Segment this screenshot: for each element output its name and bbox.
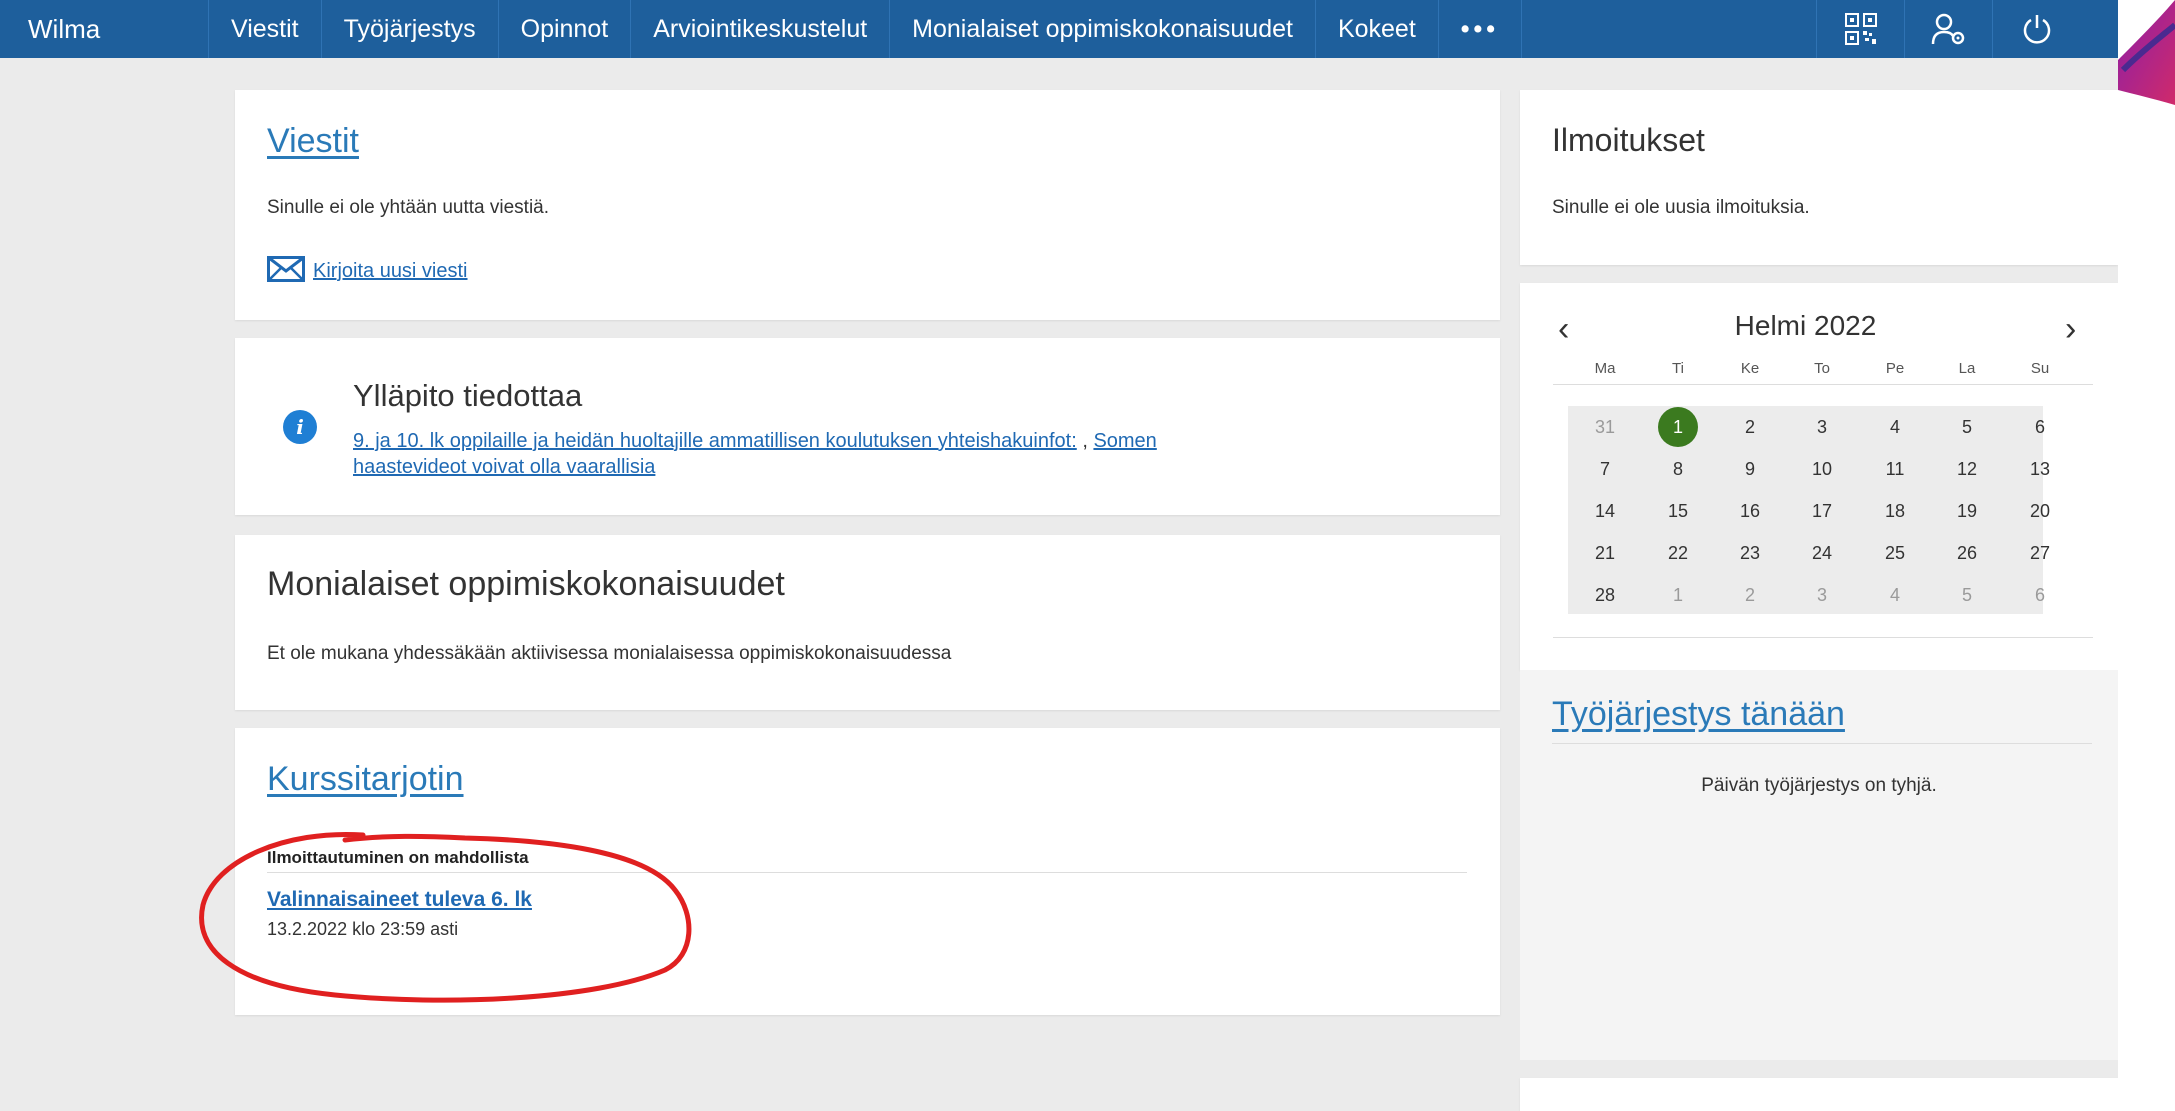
calendar-day[interactable]: 4 (1865, 406, 1925, 448)
calendar-day[interactable]: 3 (1792, 574, 1852, 616)
qr-code-icon[interactable] (1816, 0, 1904, 58)
main-nav: Viestit Työjärjestys Opinnot Arviointike… (208, 0, 1523, 58)
weekday-label: To (1814, 360, 1830, 377)
yllapito-title: Ylläpito tiedottaa (353, 378, 583, 413)
viestit-title-link[interactable]: Viestit (267, 122, 359, 161)
nav-more-button[interactable]: ••• (1437, 0, 1523, 58)
calendar-day[interactable]: 2 (1720, 574, 1780, 616)
calendar-grid: 31 1 2 3 4 5 6 7 8 9 10 11 12 13 14 15 1… (1568, 406, 2050, 616)
calendar-day[interactable]: 23 (1720, 532, 1780, 574)
weekday-label: Ma (1594, 360, 1616, 377)
calendar-day[interactable]: 21 (1575, 532, 1635, 574)
ilmoitukset-title: Ilmoitukset (1552, 122, 1705, 158)
calendar-day[interactable]: 6 (2010, 574, 2070, 616)
ilmoitukset-message: Sinulle ei ole uusia ilmoituksia. (1552, 197, 1810, 218)
calendar-day[interactable]: 19 (1937, 490, 1997, 532)
nav-item-opinnot[interactable]: Opinnot (497, 0, 631, 58)
calendar-day[interactable]: 31 (1575, 406, 1635, 448)
weekday-label: Pe (1885, 360, 1905, 377)
envelope-icon (267, 256, 305, 287)
calendar-day[interactable]: 15 (1648, 490, 1708, 532)
calendar-next-button[interactable]: › (2065, 310, 2076, 349)
new-message-link[interactable]: Kirjoita uusi viesti (313, 260, 468, 283)
calendar-day[interactable]: 27 (2010, 532, 2070, 574)
calendar-day-today[interactable]: 1 (1648, 406, 1708, 448)
calendar-day[interactable]: 8 (1648, 448, 1708, 490)
ilmoitukset-card: Ilmoitukset Sinulle ei ole uusia ilmoitu… (1520, 90, 2118, 265)
calendar-day[interactable]: 11 (1865, 448, 1925, 490)
viestit-card: Viestit Sinulle ei ole yhtään uutta vies… (235, 90, 1500, 320)
valinnaisaineet-deadline: 13.2.2022 klo 23:59 asti (267, 919, 459, 939)
weekday-label: Ke (1740, 360, 1760, 377)
calendar-day[interactable]: 3 (1792, 406, 1852, 448)
tyojarjestys-panel: Työjärjestys tänään Päivän työjärjestys … (1520, 670, 2118, 1060)
somen-link-part2[interactable]: haastevideot voivat olla vaarallisia (353, 456, 655, 478)
decorative-corner-shape (2118, 0, 2175, 105)
today-marker: 1 (1658, 407, 1698, 447)
power-icon[interactable] (1992, 0, 2080, 58)
viestit-message: Sinulle ei ole yhtään uutta viestiä. (267, 197, 550, 218)
calendar-day[interactable]: 7 (1575, 448, 1635, 490)
new-message-row[interactable]: Kirjoita uusi viesti (267, 256, 468, 287)
calendar-day[interactable]: 6 (2010, 406, 2070, 448)
valinnaisaineet-link[interactable]: Valinnaisaineet tuleva 6. lk (267, 888, 532, 912)
calendar-day[interactable]: 5 (1937, 574, 1997, 616)
calendar-day[interactable]: 4 (1865, 574, 1925, 616)
kurssitarjotin-subheading: Ilmoittautuminen on mahdollista (267, 848, 529, 867)
calendar-day[interactable]: 20 (2010, 490, 2070, 532)
bottom-card (1520, 1078, 2118, 1111)
monialaiset-card: Monialaiset oppimiskokonaisuudet Et ole … (235, 535, 1500, 710)
tyojarjestys-message: Päivän työjärjestys on tyhjä. (1701, 775, 1937, 796)
calendar-day[interactable]: 24 (1792, 532, 1852, 574)
weekday-label: Ti (1672, 360, 1684, 377)
calendar-month-label: Helmi 2022 (1734, 310, 1877, 341)
wilma-screen: Wilma Viestit Työjärjestys Opinnot Arvio… (0, 0, 2118, 1111)
kurssitarjotin-title-link[interactable]: Kurssitarjotin (267, 760, 464, 799)
top-icons (1816, 0, 2080, 58)
nav-item-arviointikeskustelut[interactable]: Arviointikeskustelut (630, 0, 889, 58)
yllapito-card: i Ylläpito tiedottaa 9. ja 10. lk oppila… (235, 338, 1500, 515)
calendar-day[interactable]: 13 (2010, 448, 2070, 490)
somen-link-part1[interactable]: Somen (1093, 430, 1156, 452)
weekday-label: La (1958, 360, 1976, 377)
calendar-day[interactable]: 16 (1720, 490, 1780, 532)
tyojarjestys-title-link[interactable]: Työjärjestys tänään (1552, 695, 1845, 734)
calendar-day[interactable]: 14 (1575, 490, 1635, 532)
nav-item-monialaiset[interactable]: Monialaiset oppimiskokonaisuudet (889, 0, 1315, 58)
calendar-divider (1553, 384, 2093, 385)
calendar-day[interactable]: 26 (1937, 532, 1997, 574)
kurssitarjotin-card: Kurssitarjotin Ilmoittautuminen on mahdo… (235, 728, 1500, 1015)
yllapito-links: 9. ja 10. lk oppilaille ja heidän huolta… (353, 428, 1453, 480)
calendar-day[interactable]: 17 (1792, 490, 1852, 532)
tyojarjestys-divider (1552, 743, 2092, 744)
calendar-bottom-divider (1553, 637, 2093, 638)
divider (267, 872, 1467, 873)
calendar-day[interactable]: 2 (1720, 406, 1780, 448)
calendar-day[interactable]: 22 (1648, 532, 1708, 574)
weekday-label: Su (2030, 360, 2050, 377)
calendar-day[interactable]: 10 (1792, 448, 1852, 490)
calendar-day[interactable]: 18 (1865, 490, 1925, 532)
link-separator: , (1076, 430, 1094, 452)
monialaiset-message: Et ole mukana yhdessäkään aktiivisessa m… (267, 643, 952, 664)
user-settings-icon[interactable] (1904, 0, 1992, 58)
calendar-day[interactable]: 12 (1937, 448, 1997, 490)
calendar-day[interactable]: 5 (1937, 406, 1997, 448)
calendar-day[interactable]: 28 (1575, 574, 1635, 616)
yhteishakuinfo-link[interactable]: 9. ja 10. lk oppilaille ja heidän huolta… (353, 430, 1077, 452)
calendar-day[interactable]: 1 (1648, 574, 1708, 616)
nav-item-kokeet[interactable]: Kokeet (1314, 0, 1438, 58)
top-navigation-bar: Wilma Viestit Työjärjestys Opinnot Arvio… (0, 0, 2118, 58)
info-icon: i (283, 410, 317, 444)
monialaiset-title: Monialaiset oppimiskokonaisuudet (267, 565, 785, 603)
nav-item-tyojarjestys[interactable]: Työjärjestys (320, 0, 498, 58)
calendar-day[interactable]: 25 (1865, 532, 1925, 574)
calendar-day[interactable]: 9 (1720, 448, 1780, 490)
nav-item-viestit[interactable]: Viestit (208, 0, 321, 58)
brand-logo[interactable]: Wilma (0, 14, 208, 45)
